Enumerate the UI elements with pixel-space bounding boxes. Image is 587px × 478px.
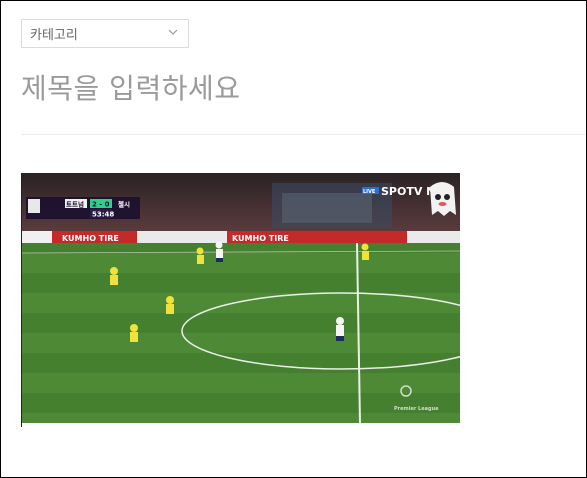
chevron-down-icon bbox=[168, 29, 178, 35]
scoreboard: 토트넘 2 - 0 첼시 53:48 bbox=[26, 197, 140, 219]
scoreboard-away-team: 첼시 bbox=[118, 200, 130, 209]
scoreboard-home-team: 토트넘 bbox=[66, 200, 84, 209]
ad-board-text: KUMHO TIRE bbox=[62, 234, 119, 243]
live-badge: LIVE bbox=[363, 189, 376, 195]
scoreboard-clock: 53:48 bbox=[92, 211, 114, 219]
category-dropdown[interactable]: 카테고리 bbox=[21, 19, 189, 48]
watermark-text: Premier League bbox=[394, 406, 439, 412]
title-input[interactable]: 제목을 입력하세요 bbox=[21, 67, 240, 107]
pitch bbox=[22, 243, 460, 423]
embedded-video-frame[interactable]: KUMHO TIRE KUMHO TIRE 토트넘 2 - 0 첼시 53:48… bbox=[22, 173, 460, 423]
editor-frame: 카테고리 제목을 입력하세요 KUMHO TIRE KUMHO TIRE 토트넘… bbox=[0, 0, 587, 478]
category-label: 카테고리 bbox=[30, 28, 78, 43]
scoreboard-score: 2 - 0 bbox=[92, 201, 110, 209]
divider bbox=[21, 134, 586, 135]
broadcaster-name: SPOTV N bbox=[381, 185, 435, 198]
ad-board-text-2: KUMHO TIRE bbox=[232, 234, 289, 243]
ghost-mascot-icon bbox=[430, 182, 456, 216]
